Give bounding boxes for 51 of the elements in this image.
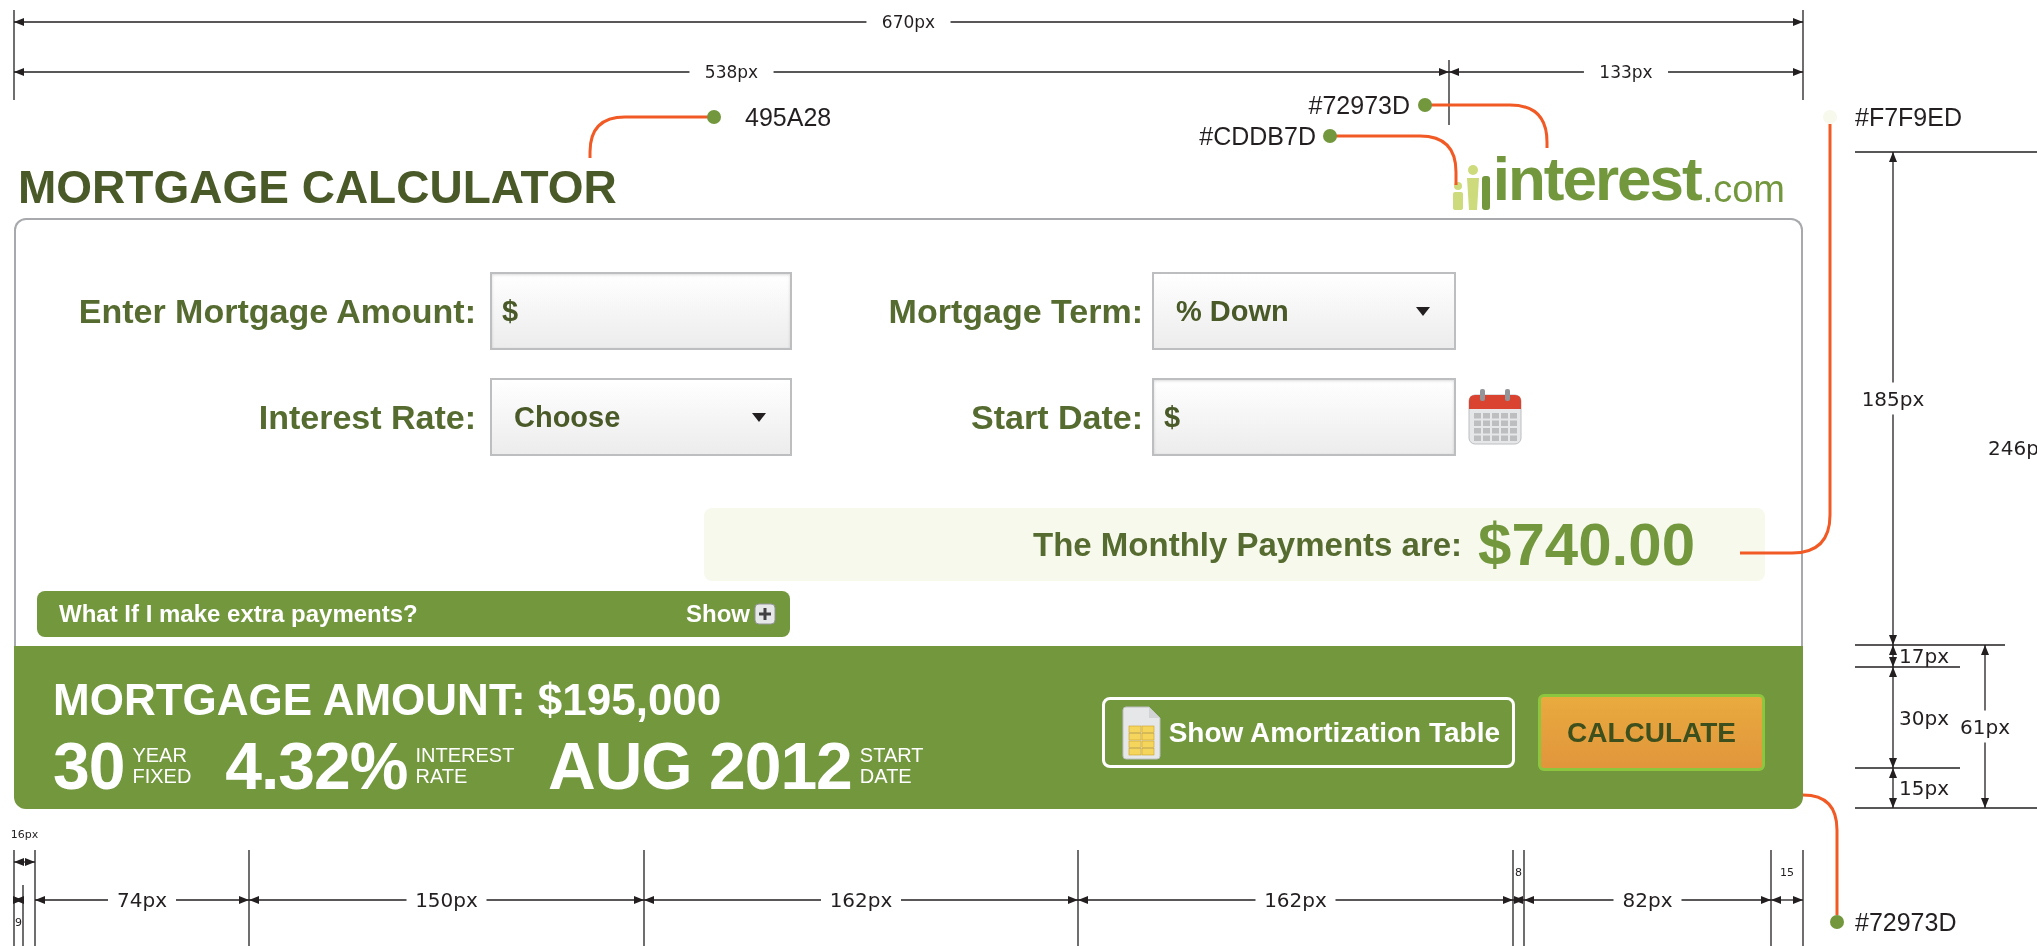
dimension-label: 185px [1861, 386, 1925, 411]
extra-payments-label: What If I make extra payments? [59, 600, 418, 628]
logo-domain: .com [1702, 170, 1785, 210]
stat-value: 30 [53, 732, 125, 799]
stat-caption: START DATE [859, 744, 924, 787]
color-code-label: #72973D [1308, 91, 1410, 119]
monthly-payment-amount: $740.00 [1478, 510, 1695, 579]
page-title: MORTGAGE CALCULATOR [18, 164, 617, 210]
dimension-label: 82px [1622, 888, 1673, 912]
color-code-label: #CDDB7D [1199, 122, 1316, 150]
dimension-label: 15px [1899, 776, 1949, 800]
color-code-label: #F7F9ED [1855, 103, 1962, 131]
stat-caption: INTEREST RATE [415, 744, 514, 787]
stat-caption: YEAR FIXED [132, 744, 192, 787]
dimension-label: 150px [415, 888, 478, 912]
dimension-label: 538px [704, 62, 759, 82]
logo-wordmark: interest [1492, 148, 1701, 210]
dimension-label: 16px [10, 827, 39, 841]
dimension-label: 162px [1264, 888, 1327, 912]
dimension-label: 9 [15, 915, 22, 929]
field-label: Interest Rate: [258, 397, 477, 437]
result-label: The Monthly Payments are: [1033, 525, 1463, 564]
mortgage-amount-headline: MORTGAGE AMOUNT: $195,000 [53, 676, 723, 725]
dimension-label: 17px [1899, 644, 1949, 668]
field-label: Mortgage Term: [888, 291, 1144, 331]
field-label: Start Date: [971, 397, 1144, 437]
spreadsheet-file-icon [1120, 705, 1161, 760]
dimension-label: 74px [117, 888, 167, 912]
dropdown[interactable]: Choose [490, 378, 792, 456]
dimension-label: 246p [1988, 436, 2037, 460]
field-label: Enter Mortgage Amount: [78, 291, 477, 331]
dimension-label: 133px [1599, 62, 1653, 82]
plus-icon [754, 603, 776, 625]
dropdown-arrow-icon [752, 412, 766, 422]
dropdown-arrow-icon [1416, 306, 1430, 316]
dimension-label: 61px [1960, 714, 2010, 739]
date-field[interactable]: $ [1152, 378, 1456, 456]
dimension-label: 670px [881, 12, 936, 32]
stat-value: 4.32% [225, 732, 408, 799]
color-code-label: #72973D [1855, 908, 1957, 936]
dimension-label: 15 [1780, 865, 1794, 879]
people-logo-icon [1450, 164, 1491, 210]
calculate-button[interactable]: CALCULATE [1538, 694, 1765, 771]
calendar-icon[interactable] [1468, 389, 1522, 445]
stat-value: AUG 2012 [548, 732, 852, 799]
color-code-label: 495A28 [745, 103, 832, 131]
dimension-label: 162px [829, 888, 893, 912]
dropdown[interactable]: % Down [1152, 272, 1456, 350]
dimension-label: 8 [1515, 865, 1522, 879]
dimension-label: 30px [1899, 705, 1949, 730]
amount-field[interactable]: $ [490, 272, 792, 350]
